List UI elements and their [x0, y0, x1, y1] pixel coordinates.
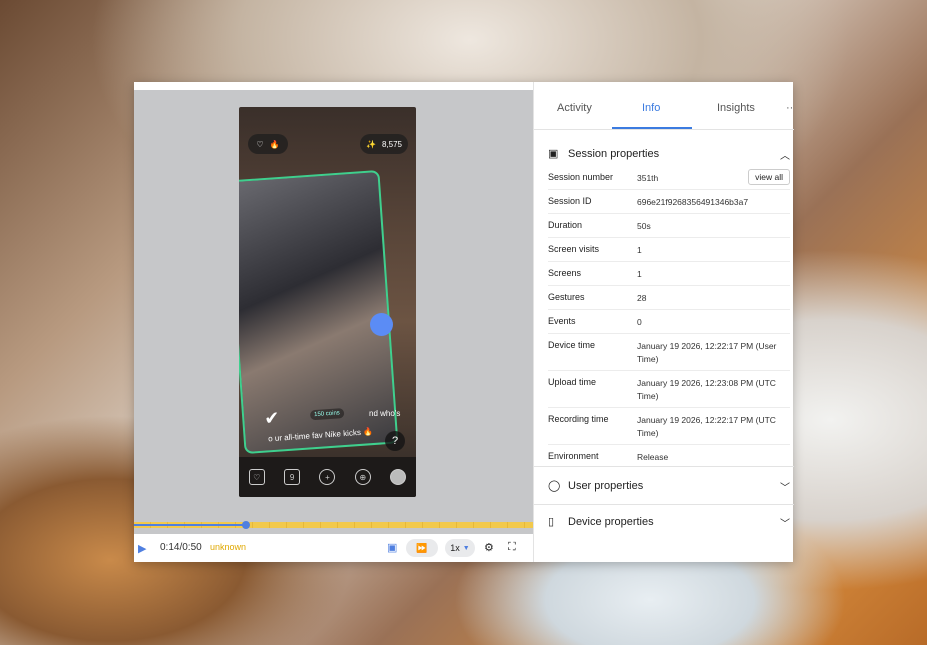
user-icon: ◯	[548, 480, 561, 492]
section-title: Session properties	[568, 148, 660, 160]
property-key: Duration	[548, 220, 583, 230]
timeline-scrubber[interactable]	[241, 521, 250, 529]
property-value: Release	[637, 452, 669, 462]
property-row: Device time January 19 2026, 12:22:17 PM …	[548, 334, 790, 371]
like-count: 8,575	[381, 139, 402, 149]
replay-player: ♡ 🔥 ✨ 8,575 ✔ 150 coins o ur all-time fa…	[134, 90, 533, 562]
sparkle-icon: ✨	[366, 139, 376, 149]
property-value: January 19 2026, 12:22:17 PM (User Time)	[637, 341, 777, 364]
user-properties-header[interactable]: ◯ User properties ﹀	[534, 477, 794, 497]
property-key: Environment	[548, 451, 599, 461]
help-button: ?	[385, 431, 405, 451]
app-bottom-nav: ♡ 9 + ⊕	[239, 457, 416, 497]
section-title: Device properties	[568, 516, 654, 528]
property-key: Recording time	[548, 414, 609, 424]
divider	[534, 504, 794, 505]
status-label: unknown	[210, 542, 247, 552]
property-value: 28	[637, 293, 647, 303]
property-key: Session number	[548, 172, 614, 182]
coins-badge: 150 coins	[309, 408, 345, 421]
property-value: 696e21f9268356491346b3a7	[637, 197, 749, 207]
session-icon: ▣	[548, 148, 559, 160]
play-icon[interactable]: ▶	[138, 542, 146, 555]
player-controls: ▶ 0:14/0:50 unknown ▣ ⏩ 1x ▼ ⚙ ⛶	[134, 534, 533, 562]
avatar	[390, 469, 407, 485]
next-card-text: nd who's	[369, 409, 401, 418]
panel-tabs: Activity Info Insights ··	[534, 82, 794, 130]
touch-indicator	[370, 313, 393, 336]
property-value: 1	[637, 269, 642, 279]
property-row: Recording time January 19 2026, 12:22:17 …	[548, 408, 790, 445]
player-topbar	[134, 82, 533, 90]
property-row: Screen visits 1	[548, 238, 790, 262]
session-properties-header[interactable]: ▣ Session properties ︿	[534, 145, 794, 165]
property-key: Screens	[548, 268, 582, 278]
device-icon: ▯	[548, 516, 555, 528]
likes-pill: ✨ 8,575	[360, 134, 408, 154]
chevron-down-icon: ▼	[462, 544, 470, 552]
globe-icon: ⊕	[354, 469, 371, 485]
gear-icon[interactable]: ⚙	[484, 541, 494, 554]
divider	[534, 466, 794, 467]
tab-more[interactable]: ··	[786, 102, 793, 114]
fullscreen-icon[interactable]: ⛶	[508, 541, 516, 554]
property-key: Upload time	[548, 377, 597, 387]
session-properties-list: Session number 351th view all Session ID 696…	[534, 166, 794, 468]
current-time: 0:14/0:50	[160, 542, 202, 553]
fast-forward-icon: ⏩	[416, 542, 428, 553]
property-row: Gestures 28	[548, 286, 790, 310]
speed-value: 1x	[450, 543, 460, 553]
property-key: Session ID	[548, 196, 592, 206]
property-row: Screens 1	[548, 262, 790, 286]
property-row: Duration 50s	[548, 214, 790, 238]
heart-tab-icon: ♡	[248, 469, 265, 485]
heart-icon: ♡	[256, 139, 264, 149]
property-row: Events 0	[548, 310, 790, 334]
details-panel: Activity Info Insights ·· ▣ Session prop…	[533, 82, 794, 562]
tab-activity[interactable]: Activity	[557, 102, 592, 114]
chevron-up-icon: ︿	[780, 151, 790, 162]
skip-inactivity-button[interactable]: ⏩	[406, 539, 438, 557]
chevron-down-icon: ﹀	[780, 483, 790, 494]
section-title: User properties	[568, 480, 644, 492]
device-screen: ♡ 🔥 ✨ 8,575 ✔ 150 coins o ur all-time fa…	[239, 107, 416, 497]
replay-timeline[interactable]	[134, 521, 533, 529]
property-row: Upload time January 19 2026, 12:23:08 PM …	[548, 371, 790, 408]
property-key: Screen visits	[548, 244, 600, 254]
tab-info[interactable]: Info	[642, 102, 660, 114]
nike-logo-icon: ✔	[263, 407, 281, 429]
property-value: 0	[637, 317, 642, 327]
property-value: January 19 2026, 12:23:08 PM (UTC Time)	[637, 378, 776, 401]
tab-insights[interactable]: Insights	[717, 102, 755, 114]
property-value: 1	[637, 245, 642, 255]
property-row: Session ID 696e21f9268356491346b3a7	[548, 190, 790, 214]
reactions-pill: ♡ 🔥	[248, 134, 288, 154]
view-all-button[interactable]: view all	[748, 169, 790, 185]
flame-icon: 🔥	[269, 139, 280, 149]
property-key: Gestures	[548, 292, 585, 302]
property-key: Device time	[548, 340, 596, 350]
captions-icon[interactable]: ▣	[387, 541, 397, 554]
device-properties-header[interactable]: ▯ Device properties ﹀	[534, 513, 794, 533]
property-row: Environment Release	[548, 445, 790, 468]
speed-select[interactable]: 1x ▼	[445, 539, 475, 557]
session-replay-window: ♡ 🔥 ✨ 8,575 ✔ 150 coins o ur all-time fa…	[134, 82, 794, 562]
timeline-progress	[134, 524, 246, 526]
property-value: January 19 2026, 12:22:17 PM (UTC Time)	[637, 415, 776, 438]
badge-tab-icon: 9	[284, 469, 301, 485]
plus-icon: +	[319, 469, 336, 485]
property-row: Session number 351th view all	[548, 166, 790, 190]
property-key: Events	[548, 316, 576, 326]
chevron-down-icon: ﹀	[780, 519, 790, 530]
property-value: 50s	[637, 221, 651, 231]
active-tab-indicator	[612, 127, 692, 129]
